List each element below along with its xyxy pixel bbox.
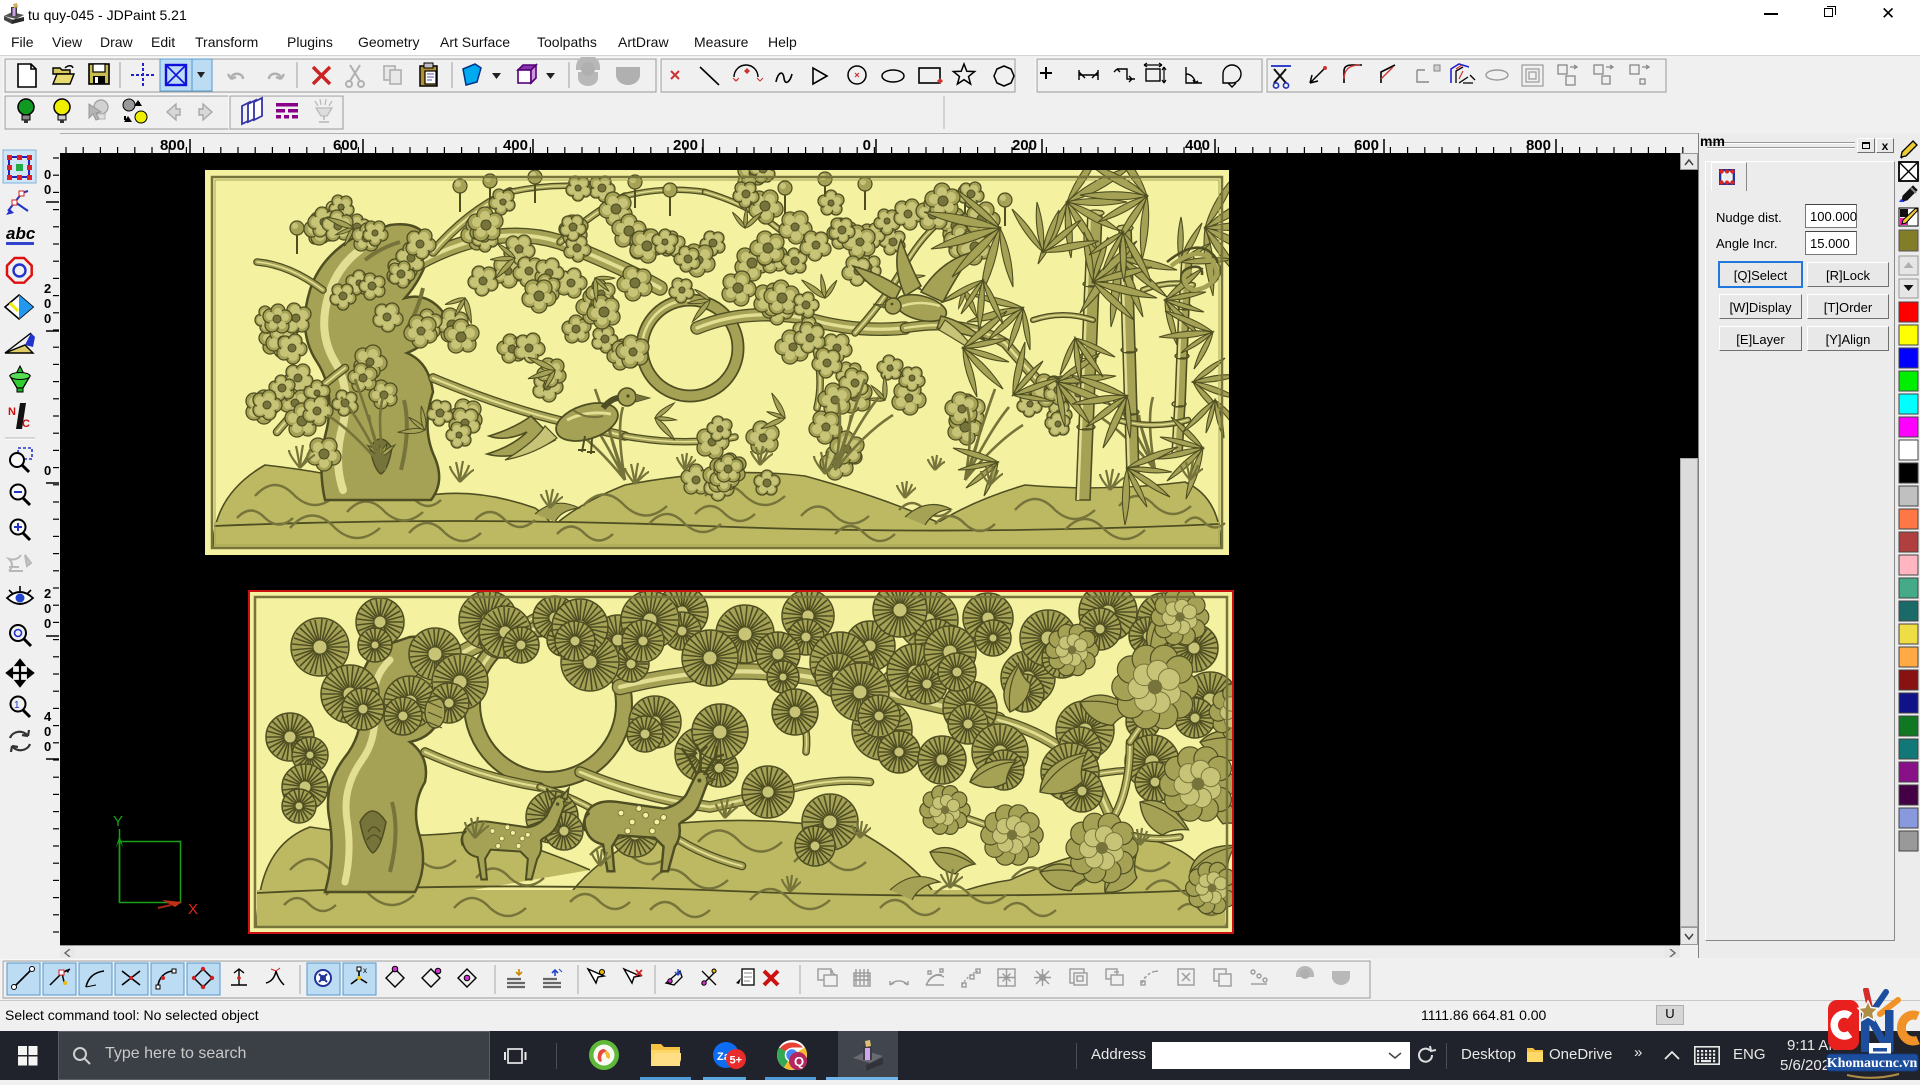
svg-text:Y: Y (113, 813, 123, 830)
svg-text:400: 400 (1185, 137, 1210, 154)
svg-text:2: 2 (44, 586, 51, 601)
svg-text:0: 0 (863, 137, 871, 154)
svg-text:600: 600 (1354, 137, 1379, 154)
svg-text:0: 0 (44, 724, 51, 739)
svg-text:5+: 5+ (730, 1055, 743, 1067)
svg-text:x: x (363, 966, 367, 975)
svg-text:Khomaucnc.vn: Khomaucnc.vn (1827, 1056, 1918, 1071)
svg-text:0: 0 (44, 739, 51, 754)
svg-text:200: 200 (673, 137, 698, 154)
svg-text:0: 0 (44, 463, 51, 478)
svg-text:800: 800 (160, 137, 185, 154)
svg-text:4: 4 (44, 709, 52, 724)
svg-text:0: 0 (44, 167, 51, 182)
svg-text:600: 600 (333, 137, 358, 154)
svg-text:0: 0 (44, 296, 51, 311)
svg-text:X: X (188, 901, 198, 918)
svg-text:200: 200 (1012, 137, 1037, 154)
svg-text:0: 0 (44, 182, 51, 197)
svg-text:0: 0 (44, 311, 51, 326)
svg-text:400: 400 (503, 137, 528, 154)
svg-text:2: 2 (44, 281, 51, 296)
svg-text:Q: Q (794, 1054, 804, 1069)
svg-text:C: C (22, 418, 30, 430)
svg-text:800: 800 (1526, 137, 1551, 154)
svg-text:0: 0 (44, 616, 51, 631)
svg-text:N: N (8, 406, 16, 418)
svg-text:1: 1 (14, 700, 20, 711)
svg-text:abc: abc (6, 224, 36, 243)
svg-text:0: 0 (44, 601, 51, 616)
